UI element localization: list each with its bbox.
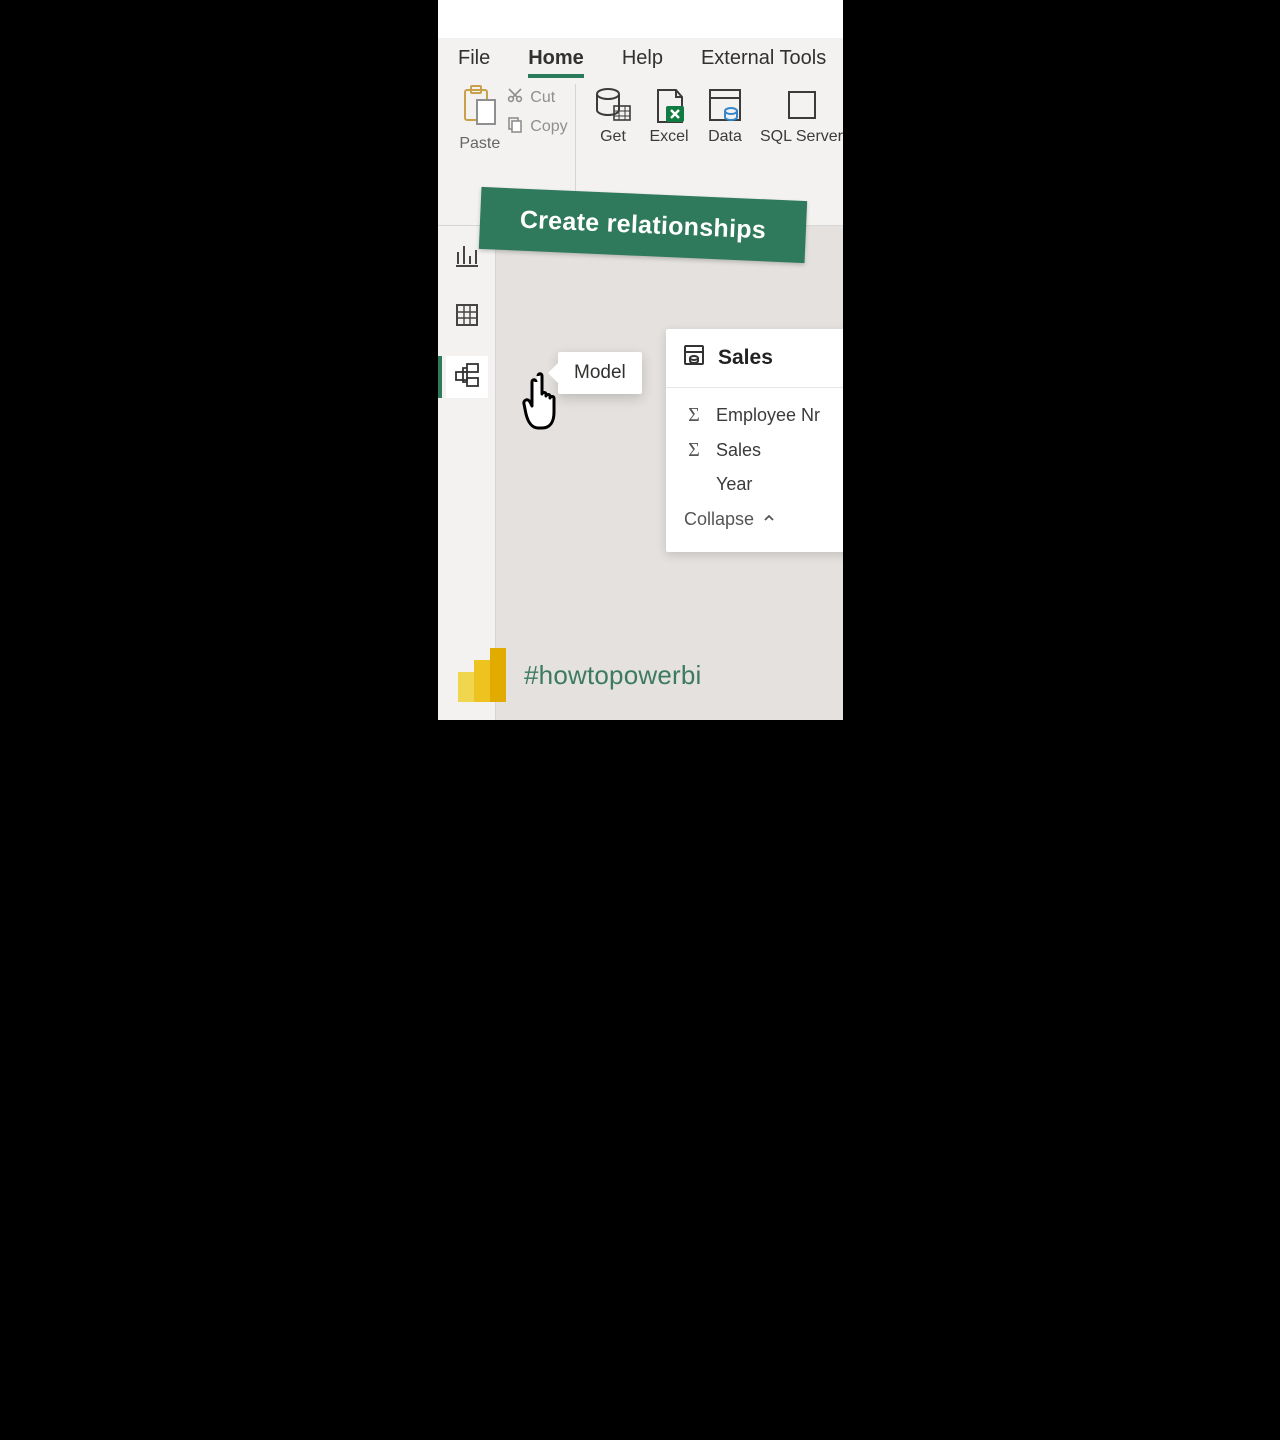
menu-bar: File Home Help External Tools: [438, 38, 843, 78]
sigma-icon: Σ: [684, 439, 704, 462]
copy-icon: [506, 115, 524, 138]
cut-label: Cut: [530, 89, 555, 107]
model-canvas[interactable]: Model Sales: [496, 226, 843, 720]
paste-label: Paste: [459, 135, 500, 153]
database-icon: [592, 84, 634, 126]
collapse-button[interactable]: Collapse: [666, 501, 843, 540]
chevron-up-icon: [762, 509, 776, 530]
field-year[interactable]: Year: [666, 468, 843, 501]
data-hub-button[interactable]: Data: [704, 84, 746, 146]
table-card-sales[interactable]: Sales Σ Employee Nr Σ Sales Year: [666, 329, 843, 552]
excel-button[interactable]: Excel: [648, 84, 690, 146]
scissors-icon: [506, 86, 524, 109]
get-data-label: Get: [600, 128, 626, 146]
field-list: Σ Employee Nr Σ Sales Year Collapse: [666, 388, 843, 552]
sql-icon: [781, 84, 823, 126]
powerbi-logo-icon: [458, 648, 506, 702]
model-tooltip: Model: [558, 352, 642, 394]
model-view-icon: [453, 361, 481, 394]
sql-server-button[interactable]: SQL Server: [760, 84, 843, 146]
tab-help[interactable]: Help: [622, 41, 663, 76]
field-sales[interactable]: Σ Sales: [666, 433, 843, 468]
collapse-label: Collapse: [684, 509, 754, 530]
table-card-header[interactable]: Sales: [666, 329, 843, 388]
get-data-button[interactable]: Get: [592, 84, 634, 146]
window-titlebar: [438, 0, 843, 38]
table-icon: [682, 343, 706, 373]
excel-label: Excel: [649, 128, 688, 146]
field-label: Employee Nr: [716, 405, 820, 426]
table-name: Sales: [718, 346, 773, 370]
copy-label: Copy: [530, 118, 567, 136]
data-view-icon: [454, 302, 480, 333]
data-view-button[interactable]: [446, 296, 488, 338]
tab-external-tools[interactable]: External Tools: [701, 41, 826, 76]
field-employee-nr[interactable]: Σ Employee Nr: [666, 398, 843, 433]
cut-button[interactable]: Cut: [506, 86, 567, 109]
tab-file[interactable]: File: [458, 41, 490, 76]
view-sidebar: [438, 226, 496, 720]
app-frame: File Home Help External Tools Paste: [438, 0, 843, 720]
sql-label: SQL Server: [760, 128, 843, 146]
ribbon: Paste Cut: [438, 78, 843, 226]
field-label: Sales: [716, 440, 761, 461]
copy-button[interactable]: Copy: [506, 115, 567, 138]
sigma-icon: Σ: [684, 404, 704, 427]
field-label: Year: [716, 474, 752, 495]
ribbon-group-data: Get Excel: [576, 84, 843, 146]
brand-hashtag: #howtopowerbi: [524, 660, 702, 691]
brand-footer: #howtopowerbi: [458, 648, 702, 702]
workspace: Model Sales: [438, 226, 843, 720]
data-hub-label: Data: [708, 128, 742, 146]
model-view-button[interactable]: [446, 356, 488, 398]
tab-home[interactable]: Home: [528, 41, 584, 76]
report-view-icon: [454, 242, 480, 273]
clipboard-icon: [461, 84, 499, 133]
excel-icon: [648, 84, 690, 126]
paste-button[interactable]: Paste: [459, 84, 500, 153]
data-hub-icon: [704, 84, 746, 126]
